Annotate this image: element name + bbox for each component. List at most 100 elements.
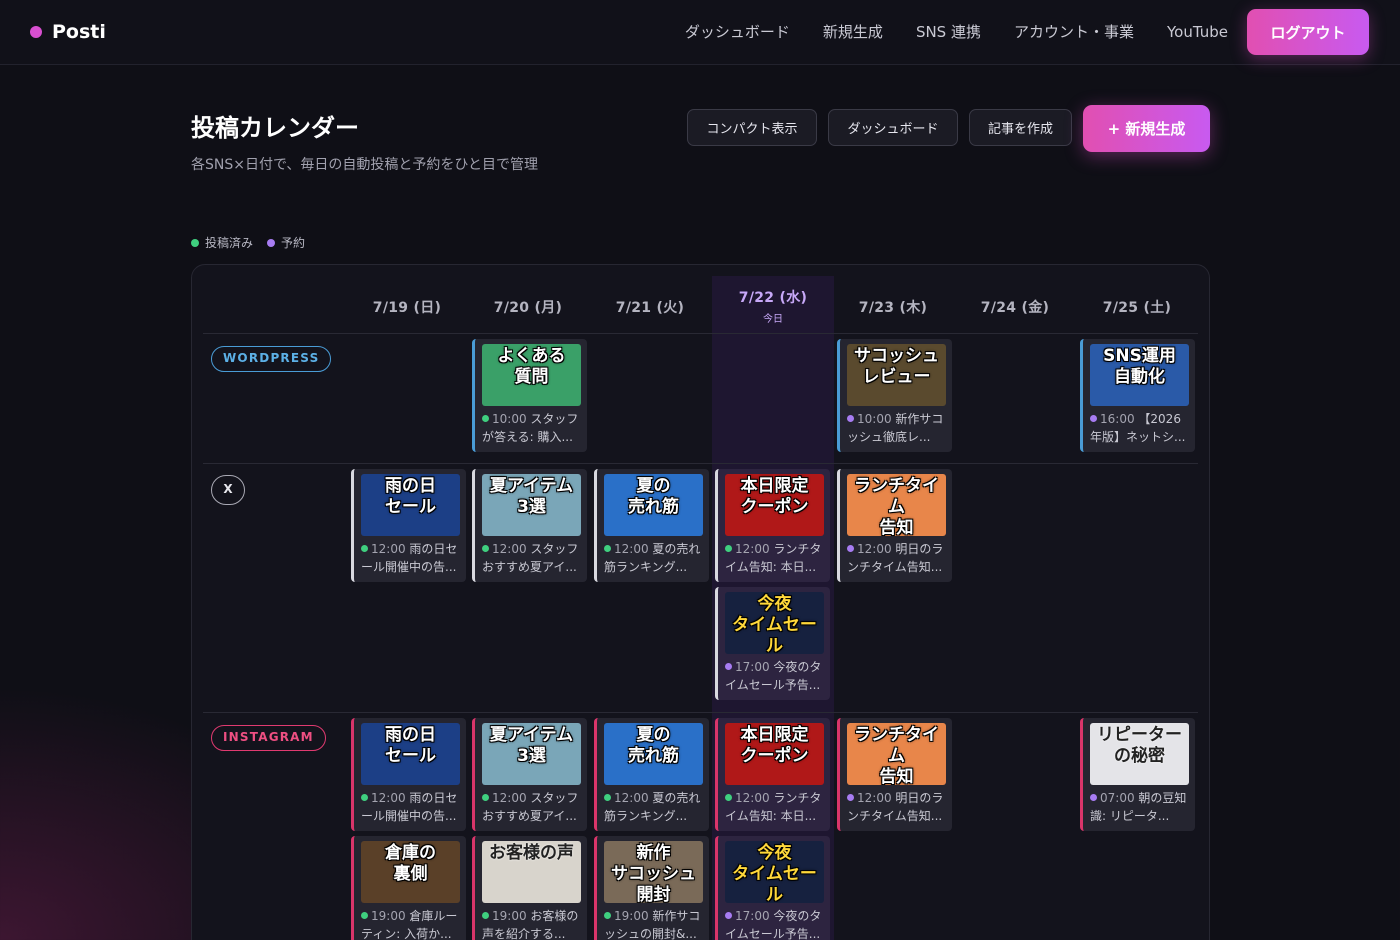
top-nav: Posti ダッシュボード 新規生成 SNS 連携 アカウント・事業 YouTu… xyxy=(0,0,1400,65)
nav-link-account[interactable]: アカウント・事業 xyxy=(1014,20,1134,44)
post-caption: 12:00 夏の売れ筋ランキング... xyxy=(604,789,703,825)
post-card-instagram[interactable]: 今夜 タイムセール 17:00 今夜のタイムセール予告... xyxy=(715,836,830,940)
dashboard-button[interactable]: ダッシュボード xyxy=(828,109,958,146)
legend: 投稿済み 予約 xyxy=(191,234,305,251)
post-card-instagram[interactable]: お客様の声 19:00 お客様の声を紹介する... xyxy=(472,836,587,940)
day-label: 7/22 (水) xyxy=(738,290,808,306)
thumbnail-text: 本日限定 クーポン xyxy=(740,725,809,766)
logout-button[interactable]: ログアウト xyxy=(1247,9,1369,55)
post-card-instagram[interactable]: 夏アイテム 3選 12:00 スタッフおすすめ夏アイ... xyxy=(472,718,587,831)
posted-dot-icon xyxy=(604,794,611,801)
post-card-instagram[interactable]: 新作 サコッシュ 開封 19:00 新作サコッシュの開封&... xyxy=(594,836,709,940)
brand-dot-icon xyxy=(30,26,42,38)
day-header: 7/20 (月) xyxy=(467,276,589,333)
nav-link-dashboard[interactable]: ダッシュボード xyxy=(685,20,790,44)
thumbnail-text: 夏アイテム 3選 xyxy=(489,476,574,517)
post-thumbnail: 夏の 売れ筋 xyxy=(604,474,703,536)
post-card-x[interactable]: 今夜 タイムセール 17:00 今夜のタイムセール予告... xyxy=(715,587,830,700)
post-time: 12:00 xyxy=(371,542,406,556)
platform-badge-wordpress: WORDPRESS xyxy=(211,346,332,372)
post-thumbnail: リピーター の秘密 xyxy=(1090,723,1189,785)
post-thumbnail: 今夜 タイムセール xyxy=(725,592,824,654)
post-card-x[interactable]: 本日限定 クーポン 12:00 ランチタイム告知: 本日... xyxy=(715,469,830,582)
post-caption: 12:00 雨の日セール開催中の告... xyxy=(361,540,460,576)
nav-link-youtube[interactable]: YouTube xyxy=(1167,20,1228,44)
post-caption: 17:00 今夜のタイムセール予告... xyxy=(725,907,824,940)
thumbnail-text: 今夜 タイムセール xyxy=(732,843,817,903)
post-card-instagram[interactable]: 夏の 売れ筋 12:00 夏の売れ筋ランキング... xyxy=(594,718,709,831)
nav-link-new[interactable]: 新規生成 xyxy=(823,20,883,44)
post-caption: 12:00 夏の売れ筋ランキング... xyxy=(604,540,703,576)
scheduled-dot-icon xyxy=(847,794,854,801)
brand[interactable]: Posti xyxy=(30,20,106,44)
post-thumbnail: 夏アイテム 3選 xyxy=(482,723,581,785)
day-label: 7/20 (月) xyxy=(493,300,563,316)
posted-dot-icon xyxy=(361,545,368,552)
post-thumbnail: 本日限定 クーポン xyxy=(725,723,824,785)
thumbnail-text: 本日限定 クーポン xyxy=(740,476,809,517)
day-header: 7/25 (土) xyxy=(1076,276,1198,333)
day-header: 7/24 (金) xyxy=(954,276,1076,333)
posted-dot-icon xyxy=(482,415,489,422)
post-card-instagram[interactable]: 本日限定 クーポン 12:00 ランチタイム告知: 本日... xyxy=(715,718,830,831)
post-time: 17:00 xyxy=(735,909,770,923)
post-caption: 12:00 ランチタイム告知: 本日... xyxy=(725,789,824,825)
post-thumbnail: 今夜 タイムセール xyxy=(725,841,824,903)
scheduled-dot-icon xyxy=(1090,794,1097,801)
post-card-instagram[interactable]: リピーター の秘密 07:00 朝の豆知識: リピータ... xyxy=(1080,718,1195,831)
posted-dot-icon xyxy=(482,545,489,552)
posted-dot-icon xyxy=(482,912,489,919)
thumbnail-text: 今夜 タイムセール xyxy=(732,594,817,654)
post-caption: 12:00 明日のランチタイム告知... xyxy=(847,789,946,825)
thumbnail-text: ランチタイム 告知 xyxy=(854,476,939,536)
post-time: 07:00 xyxy=(1100,791,1135,805)
post-card-instagram[interactable]: 倉庫の 裏側 19:00 倉庫ルーティン: 入荷か... xyxy=(351,836,466,940)
post-caption: 12:00 スタッフおすすめ夏アイ... xyxy=(482,540,581,576)
post-caption: 12:00 雨の日セール開催中の告... xyxy=(361,789,460,825)
day-header: 7/23 (木) xyxy=(832,276,954,333)
post-caption: 19:00 新作サコッシュの開封&... xyxy=(604,907,703,940)
nav-link-sns[interactable]: SNS 連携 xyxy=(916,20,981,44)
thumbnail-text: 夏アイテム 3選 xyxy=(489,725,574,766)
post-caption: 07:00 朝の豆知識: リピータ... xyxy=(1090,789,1189,825)
thumbnail-text: ランチタイム 告知 xyxy=(854,725,939,785)
day-header: 7/21 (火) xyxy=(589,276,711,333)
post-thumbnail: 雨の日 セール xyxy=(361,474,460,536)
compact-view-button[interactable]: コンパクト表示 xyxy=(687,109,817,146)
thumbnail-text: 新作 サコッシュ 開封 xyxy=(611,843,696,903)
post-card-instagram[interactable]: ランチタイム 告知 12:00 明日のランチタイム告知... xyxy=(837,718,952,831)
page-title: 投稿カレンダー xyxy=(191,114,359,142)
post-card-x[interactable]: 雨の日 セール 12:00 雨の日セール開催中の告... xyxy=(351,469,466,582)
post-caption: 12:00 明日のランチタイム告知... xyxy=(847,540,946,576)
new-generate-button[interactable]: + 新規生成 xyxy=(1083,105,1210,152)
post-time: 19:00 xyxy=(371,909,406,923)
post-time: 12:00 xyxy=(371,791,406,805)
post-time: 16:00 xyxy=(1100,412,1135,426)
posted-dot-icon xyxy=(361,912,368,919)
posted-dot-icon xyxy=(482,794,489,801)
platform-badge-instagram: INSTAGRAM xyxy=(211,725,326,751)
day-label: 7/23 (木) xyxy=(858,300,928,316)
post-time: 12:00 xyxy=(614,791,649,805)
page-subtitle: 各SNS×日付で、毎日の自動投稿と予約をひと目で管理 xyxy=(191,157,538,173)
platform-badge-x: X xyxy=(211,475,245,505)
post-thumbnail: 倉庫の 裏側 xyxy=(361,841,460,903)
thumbnail-text: 夏の 売れ筋 xyxy=(628,725,679,766)
legend-scheduled: 予約 xyxy=(267,234,305,251)
posted-dot-icon xyxy=(725,794,732,801)
row-divider xyxy=(203,333,1198,334)
post-card-x[interactable]: 夏アイテム 3選 12:00 スタッフおすすめ夏アイ... xyxy=(472,469,587,582)
post-caption: 10:00 新作サコッシュ徹底レ... xyxy=(847,410,946,446)
post-card-wordpress[interactable]: サコッシュ レビュー 10:00 新作サコッシュ徹底レ... xyxy=(837,339,952,452)
post-time: 17:00 xyxy=(735,660,770,674)
post-card-wordpress[interactable]: よくある 質問 10:00 スタッフが答える: 購入... xyxy=(472,339,587,452)
post-caption: 16:00 【2026年版】ネットシ... xyxy=(1090,410,1189,446)
post-card-instagram[interactable]: 雨の日 セール 12:00 雨の日セール開催中の告... xyxy=(351,718,466,831)
post-caption: 17:00 今夜のタイムセール予告... xyxy=(725,658,824,694)
post-card-x[interactable]: 夏の 売れ筋 12:00 夏の売れ筋ランキング... xyxy=(594,469,709,582)
post-card-wordpress[interactable]: SNS運用 自動化 16:00 【2026年版】ネットシ... xyxy=(1080,339,1195,452)
thumbnail-text: リピーター の秘密 xyxy=(1097,725,1182,766)
thumbnail-text: よくある 質問 xyxy=(497,346,566,387)
create-article-button[interactable]: 記事を作成 xyxy=(969,109,1072,146)
post-card-x[interactable]: ランチタイム 告知 12:00 明日のランチタイム告知... xyxy=(837,469,952,582)
